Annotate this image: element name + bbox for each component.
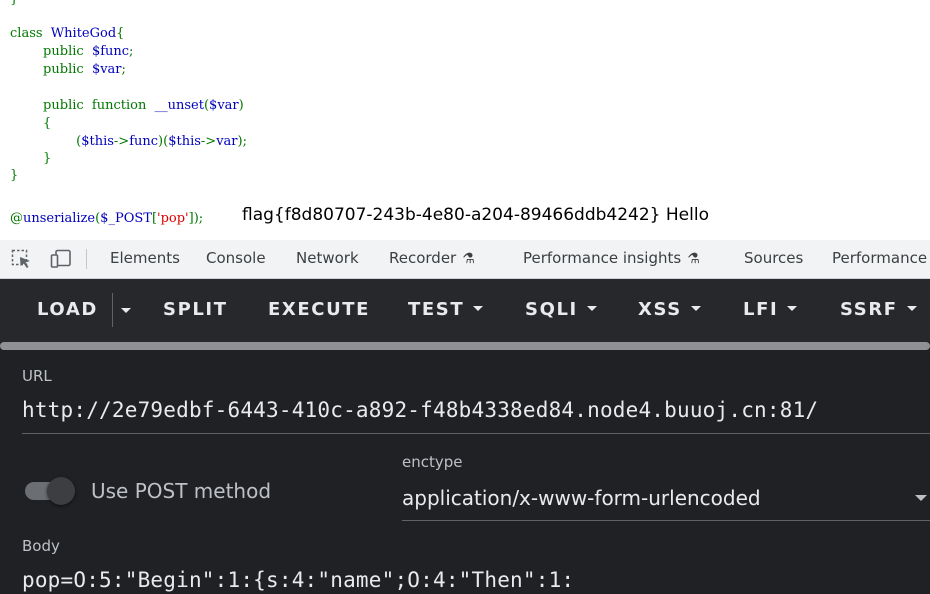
tab-sources[interactable]: Sources — [744, 249, 803, 267]
load-button[interactable]: LOAD — [37, 299, 98, 320]
lfi-label: LFI — [743, 299, 779, 320]
code-token: { — [116, 26, 125, 41]
code-line: { — [10, 116, 51, 132]
code-line: public function __unset($var) — [10, 98, 244, 114]
chevron-down-icon — [473, 305, 484, 311]
test-menu-button[interactable]: TEST — [408, 299, 484, 320]
body-label: Body — [22, 537, 60, 555]
tab-performance-insights[interactable]: Performance insights ⚗ — [523, 249, 700, 267]
code-token: $var — [91, 62, 122, 77]
code-token: ; — [121, 62, 126, 77]
flask-icon: ⚗ — [687, 251, 700, 267]
page-output: flag{f8d80707-243b-4e80-a204-89466ddb424… — [242, 205, 709, 225]
post-toggle-knob[interactable] — [47, 477, 75, 505]
ssrf-menu-button[interactable]: SSRF — [840, 299, 917, 320]
enctype-select[interactable]: application/x-www-form-urlencoded — [402, 486, 761, 510]
element-picker-icon[interactable] — [11, 249, 33, 269]
hackbar-toolbar: LOAD SPLIT EXECUTE TEST SQLI XSS LFI SSR… — [0, 279, 930, 342]
code-line: @unserialize($_POST['pop']); — [10, 211, 203, 227]
lfi-menu-button[interactable]: LFI — [743, 299, 798, 320]
code-token: @ — [10, 211, 23, 226]
code-line: } — [10, 151, 51, 167]
sqli-menu-button[interactable]: SQLI — [525, 299, 597, 320]
body-textarea[interactable]: pop=O:5:"Begin":1:{s:4:"name";O:4:"Then"… — [22, 568, 574, 592]
code-line: class WhiteGod{ — [10, 26, 124, 42]
code-token: __unset — [154, 98, 204, 113]
code-token: $func — [91, 44, 130, 59]
code-token: $this — [168, 134, 201, 149]
code-token: public — [10, 62, 92, 77]
tab-elements[interactable]: Elements — [110, 249, 180, 267]
code-token: public — [10, 44, 92, 59]
tab-console[interactable]: Console — [206, 249, 266, 267]
code-token: } — [10, 151, 52, 166]
code-token: ; — [129, 44, 134, 59]
code-line: } — [10, 0, 18, 8]
code-token: { — [10, 116, 52, 131]
code-token: class — [10, 26, 51, 41]
code-token: WhiteGod — [50, 26, 117, 41]
toolbar-divider — [86, 249, 87, 269]
flask-icon: ⚗ — [462, 251, 475, 267]
hackbar-panel: LOAD SPLIT EXECUTE TEST SQLI XSS LFI SSR… — [0, 279, 930, 594]
chevron-down-icon — [690, 305, 701, 311]
load-dropdown-icon[interactable] — [121, 308, 131, 313]
tab-recorder[interactable]: Recorder ⚗ — [389, 249, 475, 267]
code-token: unserialize — [23, 211, 96, 226]
enctype-underline — [402, 520, 930, 521]
code-token: var — [216, 134, 238, 149]
code-token: ); — [237, 134, 247, 149]
code-token: 'pop' — [157, 211, 189, 226]
chevron-down-icon — [787, 305, 798, 311]
code-line: } — [10, 168, 18, 184]
chevron-down-icon — [586, 305, 597, 311]
code-token: ( — [10, 134, 82, 149]
hackbar-progress-bar — [0, 342, 930, 350]
enctype-label: enctype — [402, 453, 463, 471]
code-token: $var — [209, 98, 239, 113]
code-line: ($this->func)($this->var); — [10, 134, 247, 150]
url-underline — [22, 433, 930, 434]
code-token: )( — [158, 134, 169, 149]
xss-menu-button[interactable]: XSS — [638, 299, 701, 320]
code-token: func — [129, 134, 159, 149]
code-line: public $func; — [10, 44, 133, 60]
code-token: ) — [238, 98, 244, 113]
test-label: TEST — [408, 299, 465, 320]
execute-button[interactable]: EXECUTE — [268, 299, 370, 320]
chevron-down-icon[interactable] — [915, 495, 927, 501]
split-button[interactable]: SPLIT — [163, 299, 228, 320]
code-token: -> — [113, 134, 130, 149]
sqli-label: SQLI — [525, 299, 578, 320]
xss-label: XSS — [638, 299, 682, 320]
code-token: public function — [10, 98, 155, 113]
post-method-label[interactable]: Use POST method — [91, 479, 271, 503]
code-token: -> — [200, 134, 217, 149]
code-line: public $var; — [10, 62, 126, 78]
tab-performance[interactable]: Performance — [832, 249, 927, 267]
tab-performance-insights-label: Performance insights — [523, 249, 682, 267]
devtools-tabbar: Elements Console Network Recorder ⚗ Perfo… — [0, 240, 930, 279]
tab-network[interactable]: Network — [296, 249, 359, 267]
load-divider — [112, 293, 113, 327]
code-token: $_POST — [100, 211, 152, 226]
code-token: ]); — [188, 211, 204, 226]
device-toolbar-icon[interactable] — [50, 249, 72, 269]
chevron-down-icon — [906, 305, 917, 311]
tab-recorder-label: Recorder — [389, 249, 457, 267]
code-token: } — [10, 168, 19, 183]
php-source: }class WhiteGod{ public $func; public $v… — [0, 0, 930, 240]
code-token: } — [10, 0, 18, 7]
url-input[interactable]: http://2e79edbf-6443-410c-a892-f48b4338e… — [22, 398, 818, 422]
ssrf-label: SSRF — [840, 299, 898, 320]
url-label: URL — [22, 367, 52, 385]
code-token: $this — [81, 134, 114, 149]
